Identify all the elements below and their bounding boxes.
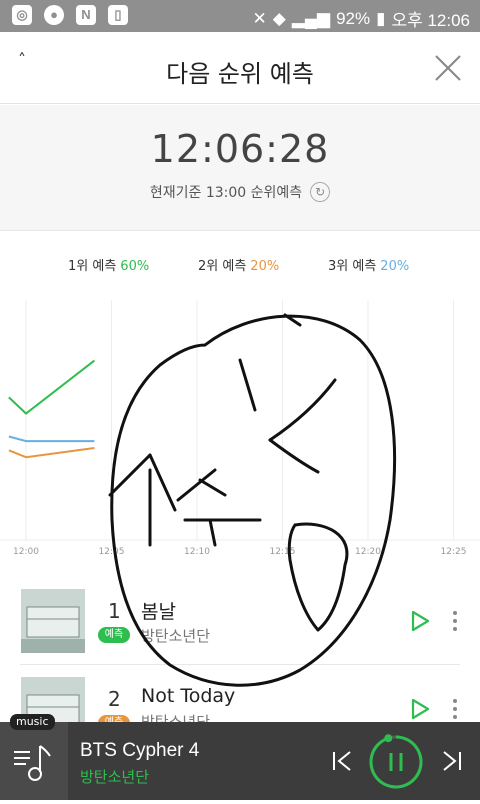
sd-card-icon: ▯ xyxy=(108,5,128,25)
playlist-button[interactable] xyxy=(0,722,68,800)
more-icon[interactable] xyxy=(448,697,462,721)
x-tick-label: 12:10 xyxy=(184,547,210,557)
battery-percent: 92% xyxy=(336,8,371,28)
app-notification-icon: ◎ xyxy=(12,5,32,25)
basis-text: 현재기준 13:00 순위예측 xyxy=(149,185,303,201)
track-list: 1 예측 봄날 방탄소년단 2 예측 Not Today 방탄소년단 xyxy=(0,575,480,741)
play-icon[interactable] xyxy=(408,609,432,633)
legend-label: 2위 예측 xyxy=(198,259,247,274)
naver-icon: N xyxy=(76,5,96,25)
basis-row: 현재기준 13:00 순위예측 ↻ xyxy=(0,182,480,202)
series-line xyxy=(8,359,96,415)
track-title: Not Today xyxy=(141,685,236,707)
previous-icon[interactable] xyxy=(330,749,354,773)
signal-icon: ▂▄▆ xyxy=(291,8,331,28)
legend-label: 3위 예측 xyxy=(328,259,377,274)
status-bar: ◎ ● N ▯ ✕ ◆ ▂▄▆ 92% ▮ 오후 12:06 xyxy=(0,0,480,32)
current-time: 12:06:28 xyxy=(150,127,330,171)
next-icon[interactable] xyxy=(440,749,464,773)
legend-pct: 20% xyxy=(380,259,410,274)
chart-legend: 1위 예측 60% 2위 예측 20% 3위 예측 20% xyxy=(0,255,480,279)
battery-icon: ▮ xyxy=(376,8,386,28)
mute-icon: ✕ xyxy=(252,8,267,28)
legend-item-1: 1위 예측 60% xyxy=(68,255,149,274)
prediction-chart: 12:00 12:05 12:10 12:15 12:20 12:25 xyxy=(0,300,480,557)
close-icon[interactable] xyxy=(434,54,462,82)
time-section: 12:06:28 현재기준 13:00 순위예측 ↻ xyxy=(0,105,480,231)
player-artist: 방탄소년단 xyxy=(80,768,150,786)
playlist-icon xyxy=(14,745,51,781)
series-line xyxy=(8,447,95,459)
legend-label: 1위 예측 xyxy=(68,259,117,274)
music-tag: music xyxy=(10,714,55,730)
pause-button[interactable] xyxy=(368,734,424,790)
page-title: 다음 순위 예측 xyxy=(166,60,314,88)
legend-pct: 20% xyxy=(250,259,280,274)
legend-item-3: 3위 예측 20% xyxy=(328,255,409,274)
x-tick-label: 12:05 xyxy=(99,547,125,557)
status-time: 오후 12:06 xyxy=(391,11,470,30)
x-tick-label: 12:20 xyxy=(355,547,381,557)
refresh-icon[interactable]: ↻ xyxy=(310,182,331,202)
track-title: 봄날 xyxy=(141,601,176,623)
series-line xyxy=(8,435,95,443)
predict-badge: 예측 xyxy=(98,627,130,643)
legend-item-2: 2위 예측 20% xyxy=(198,255,279,274)
track-row[interactable]: 1 예측 봄날 방탄소년단 xyxy=(0,575,480,665)
track-rank: 1 xyxy=(108,599,121,623)
more-icon[interactable] xyxy=(448,609,462,633)
x-tick-label: 12:25 xyxy=(441,547,467,557)
player-title: BTS Cypher 4 xyxy=(80,740,200,761)
mini-player[interactable]: BTS Cypher 4 방탄소년단 xyxy=(0,722,480,800)
x-tick-label: 12:00 xyxy=(13,547,39,557)
wifi-icon: ◆ xyxy=(272,8,286,28)
track-artist: 방탄소년단 xyxy=(141,627,211,645)
header: ˄ 다음 순위 예측 xyxy=(0,32,480,104)
album-art xyxy=(21,589,85,653)
track-rank: 2 xyxy=(108,687,121,711)
play-icon[interactable] xyxy=(408,697,432,721)
x-tick-label: 12:15 xyxy=(270,547,296,557)
legend-pct: 60% xyxy=(120,259,150,274)
circle-notification-icon: ● xyxy=(44,5,64,25)
